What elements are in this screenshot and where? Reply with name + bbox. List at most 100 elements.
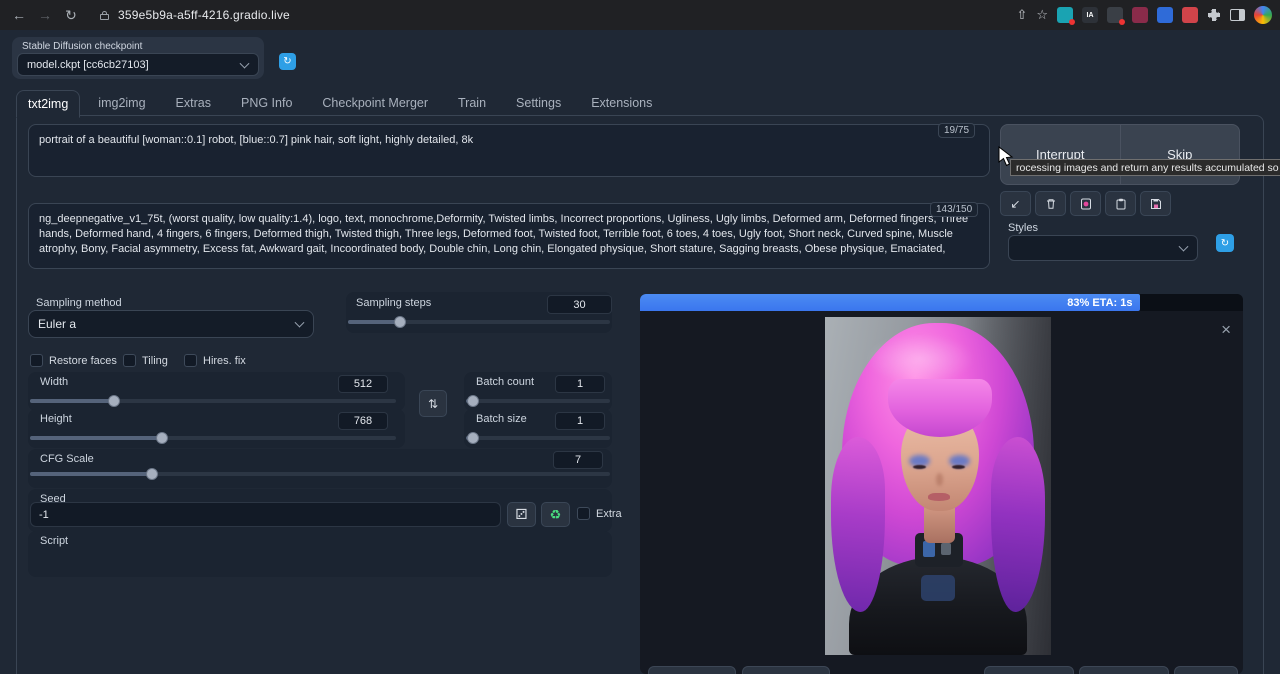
paste-params-button[interactable]: ↙ [1000,191,1031,216]
floppy-icon [1150,198,1162,210]
output-action-button[interactable] [1079,666,1169,674]
extension-red-icon[interactable] [1182,7,1198,23]
batch-count-value[interactable]: 1 [555,375,605,393]
slider-track [466,436,610,440]
batch-size-value[interactable]: 1 [555,412,605,430]
sampling-steps-label: Sampling steps [356,297,431,309]
browser-actions: ⇧ ☆ IA [1016,0,1272,30]
forward-icon[interactable]: → [32,7,58,23]
slider-thumb[interactable] [156,432,168,444]
extension-maroon-icon[interactable] [1132,7,1148,23]
checkpoint-value: model.ckpt [cc6cb27103] [27,59,149,71]
portrait-lips [928,493,950,501]
reuse-seed-button[interactable]: ♻ [541,502,570,527]
progress-bar: 83% ETA: 1s [640,294,1243,311]
bookmark-star-icon[interactable]: ☆ [1036,7,1048,23]
portrait-chest-panel [921,575,955,601]
slider-thumb[interactable] [467,395,479,407]
slider-thumb[interactable] [394,316,406,328]
share-icon[interactable]: ⇧ [1016,7,1027,23]
swap-dimensions-button[interactable]: ⇅ [419,390,447,417]
interrupt-tooltip: rocessing images and return any results … [1010,159,1280,176]
slider-fill [30,399,114,403]
hires-fix-checkbox[interactable]: Hires. fix [184,354,246,367]
reload-icon[interactable]: ↻ [58,7,84,24]
prompt-input[interactable]: portrait of a beautiful [woman::0.1] rob… [28,124,990,177]
output-panel: 83% ETA: 1s × [640,294,1243,674]
slider-thumb[interactable] [146,468,158,480]
prompt-token-counter: 19/75 [938,123,975,138]
notification-badge [1119,19,1125,25]
slider-thumb[interactable] [467,432,479,444]
trash-icon [1045,198,1057,210]
output-action-button[interactable] [742,666,830,674]
negative-prompt-input[interactable]: ng_deepnegative_v1_75t, (worst quality, … [28,203,990,269]
tiling-checkbox[interactable]: Tiling [123,354,168,367]
tab-extensions[interactable]: Extensions [579,89,664,117]
save-style-button[interactable] [1140,191,1171,216]
extension-teal-icon[interactable] [1057,7,1073,23]
extension-monitor-icon[interactable] [1107,7,1123,23]
tab-train[interactable]: Train [446,89,498,117]
profile-avatar[interactable] [1254,6,1272,24]
portrait-hair-highlight [865,333,975,385]
output-action-button[interactable] [984,666,1074,674]
checkbox-box [577,507,590,520]
tab-img2img[interactable]: img2img [86,89,157,117]
script-block [28,531,612,577]
restore-faces-label: Restore faces [49,355,117,367]
batch-size-slider[interactable] [466,432,610,444]
tiling-label: Tiling [142,355,168,367]
cfg-scale-label: CFG Scale [40,453,94,465]
clear-prompt-button[interactable] [1035,191,1066,216]
batch-count-slider[interactable] [466,395,610,407]
generated-image-preview[interactable] [825,317,1051,655]
checkpoint-panel: Stable Diffusion checkpoint model.ckpt [… [12,37,264,79]
puzzle-icon[interactable] [1207,8,1221,22]
slider-fill [30,472,152,476]
width-value[interactable]: 512 [338,375,388,393]
tab-extras[interactable]: Extras [164,89,223,117]
card-icon [1080,198,1092,210]
width-label: Width [40,376,68,388]
notification-badge [1069,19,1075,25]
slider-thumb[interactable] [108,395,120,407]
browser-toolbar: ← → ↻ 359e5b9a-a5ff-4216.gradio.live ⇧ ☆… [0,0,1280,30]
sampling-steps-slider[interactable] [348,316,610,328]
close-preview-icon[interactable]: × [1221,320,1231,340]
side-panel-icon[interactable] [1230,9,1245,21]
extension-ia-icon[interactable]: IA [1082,7,1098,23]
back-icon[interactable]: ← [6,7,32,23]
random-seed-button[interactable]: ⚂ [507,502,536,527]
output-action-button[interactable] [1174,666,1238,674]
slider-fill [30,436,162,440]
tab-png-info[interactable]: PNG Info [229,89,304,117]
checkbox-box [123,354,136,367]
seed-extra-label: Extra [596,508,622,520]
mouse-cursor [998,146,1016,168]
output-action-button[interactable] [648,666,736,674]
extra-networks-button[interactable] [1070,191,1101,216]
hires-fix-label: Hires. fix [203,355,246,367]
tab-txt2img[interactable]: txt2img [16,90,80,118]
cfg-scale-slider[interactable] [30,468,610,480]
batch-size-label: Batch size [476,413,527,425]
tab-settings[interactable]: Settings [504,89,573,117]
cfg-scale-value[interactable]: 7 [553,451,603,469]
address-url[interactable]: 359e5b9a-a5ff-4216.gradio.live [118,8,290,22]
seed-extra-checkbox[interactable]: Extra [577,507,622,520]
seed-input[interactable]: -1 [30,502,501,527]
restore-faces-checkbox[interactable]: Restore faces [30,354,117,367]
height-value[interactable]: 768 [338,412,388,430]
script-label: Script [40,535,68,547]
sampling-steps-value[interactable]: 30 [547,295,612,314]
apply-styles-button[interactable] [1105,191,1136,216]
extension-blue-icon[interactable] [1157,7,1173,23]
checkpoint-dropdown[interactable]: model.ckpt [cc6cb27103] [17,53,259,76]
checkpoint-refresh-button[interactable]: ↻ [279,53,296,70]
tab-checkpoint-merger[interactable]: Checkpoint Merger [310,89,440,117]
width-slider[interactable] [30,395,396,407]
checkbox-box [184,354,197,367]
checkbox-box [30,354,43,367]
height-slider[interactable] [30,432,396,444]
